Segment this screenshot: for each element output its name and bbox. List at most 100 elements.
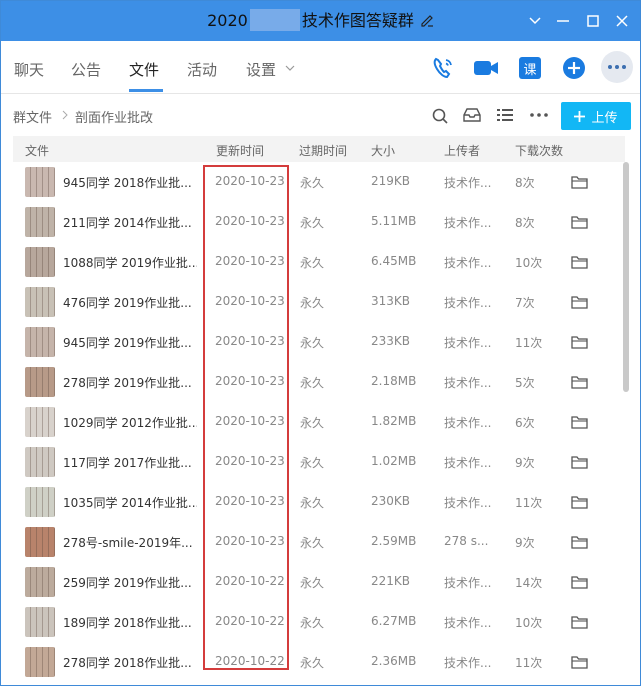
- file-thumbnail: [25, 527, 55, 557]
- file-thumbnail: [25, 207, 55, 237]
- video-call-icon[interactable]: [473, 55, 499, 81]
- file-name[interactable]: 278同学 2019作业批...: [63, 374, 197, 391]
- file-name[interactable]: 945同学 2018作业批...: [63, 174, 197, 191]
- file-name[interactable]: 945同学 2019作业批...: [63, 334, 197, 351]
- file-expires: 永久: [300, 176, 325, 190]
- file-uploader[interactable]: 技术作...: [444, 294, 491, 311]
- breadcrumb-root[interactable]: 群文件: [13, 107, 52, 126]
- open-folder-icon[interactable]: [571, 615, 588, 629]
- file-expires: 永久: [300, 536, 325, 550]
- file-row[interactable]: 278号-smile-2019年... 2020-10-23 永久 2.59MB…: [1, 522, 640, 562]
- col-expires[interactable]: 过期时间: [299, 142, 347, 159]
- file-uploader[interactable]: 技术作...: [444, 214, 491, 231]
- search-icon[interactable]: [432, 108, 448, 124]
- minimize-icon[interactable]: [546, 1, 580, 41]
- file-row[interactable]: 117同学 2017作业批... 2020-10-23 永久 1.02MB 技术…: [1, 442, 640, 482]
- file-uploader[interactable]: 技术作...: [444, 494, 491, 511]
- list-view-icon[interactable]: [497, 108, 513, 122]
- group-files-window: 2020 技术作图答疑群 聊天 公告 文件 活动 设置 课 群文件 剖面作业批改…: [0, 0, 641, 686]
- file-uploader[interactable]: 技术作...: [444, 374, 491, 391]
- open-folder-icon[interactable]: [571, 535, 588, 549]
- file-row[interactable]: 1035同学 2014作业批... 2020-10-23 永久 230KB 技术…: [1, 482, 640, 522]
- file-thumbnail: [25, 607, 55, 637]
- file-row[interactable]: 476同学 2019作业批... 2020-10-23 永久 313KB 技术作…: [1, 282, 640, 322]
- file-row[interactable]: 945同学 2019作业批... 2020-10-23 永久 233KB 技术作…: [1, 322, 640, 362]
- add-app-icon[interactable]: [561, 55, 587, 81]
- file-thumbnail: [25, 287, 55, 317]
- file-uploader[interactable]: 技术作...: [444, 654, 491, 671]
- file-downloads: 8次: [515, 176, 535, 190]
- open-folder-icon[interactable]: [571, 495, 588, 509]
- close-icon[interactable]: [605, 1, 639, 41]
- file-expires: 永久: [300, 616, 325, 630]
- file-uploader[interactable]: 技术作...: [444, 454, 491, 471]
- file-expires: 永久: [300, 336, 325, 350]
- file-name[interactable]: 1088同学 2019作业批...: [63, 254, 197, 271]
- file-row[interactable]: 278同学 2018作业批... 2020-10-22 永久 2.36MB 技术…: [1, 642, 640, 682]
- more-actions-icon[interactable]: [530, 113, 548, 117]
- tab-settings[interactable]: 设置: [246, 59, 276, 80]
- file-name[interactable]: 1029同学 2012作业批...: [63, 414, 197, 431]
- open-folder-icon[interactable]: [571, 375, 588, 389]
- col-size[interactable]: 大小: [371, 142, 395, 159]
- open-folder-icon[interactable]: [571, 215, 588, 229]
- edit-title-icon[interactable]: [420, 13, 434, 27]
- file-name[interactable]: 476同学 2019作业批...: [63, 294, 197, 311]
- open-folder-icon[interactable]: [571, 335, 588, 349]
- voice-call-icon[interactable]: [430, 55, 456, 81]
- more-options-icon[interactable]: [601, 51, 633, 83]
- col-file[interactable]: 文件: [25, 142, 49, 159]
- open-folder-icon[interactable]: [571, 415, 588, 429]
- file-name[interactable]: 259同学 2019作业批...: [63, 574, 197, 591]
- open-folder-icon[interactable]: [571, 295, 588, 309]
- file-uploader[interactable]: 技术作...: [444, 574, 491, 591]
- file-uploader[interactable]: 技术作...: [444, 254, 491, 271]
- active-tab-indicator: [129, 89, 163, 92]
- file-name[interactable]: 211同学 2014作业批...: [63, 214, 197, 231]
- file-size: 230KB: [371, 494, 411, 508]
- file-size: 2.18MB: [371, 374, 417, 388]
- col-downloads[interactable]: 下载次数: [515, 142, 563, 159]
- file-row[interactable]: 945同学 2018作业批... 2020-10-23 永久 219KB 技术作…: [1, 162, 640, 202]
- file-name[interactable]: 278号-smile-2019年...: [63, 534, 197, 551]
- file-uploader[interactable]: 技术作...: [444, 414, 491, 431]
- file-downloads: 5次: [515, 376, 535, 390]
- file-row[interactable]: 1088同学 2019作业批... 2020-10-23 永久 6.45MB 技…: [1, 242, 640, 282]
- upload-button[interactable]: 上传: [561, 102, 631, 130]
- plus-icon: [574, 110, 586, 122]
- col-uploader[interactable]: 上传者: [444, 142, 480, 159]
- tab-files[interactable]: 文件: [129, 59, 159, 80]
- tab-announcement[interactable]: 公告: [71, 59, 101, 80]
- scrollbar-thumb[interactable]: [623, 162, 629, 392]
- file-name[interactable]: 189同学 2018作业批...: [63, 614, 197, 631]
- settings-chevron-down-icon[interactable]: [285, 65, 295, 71]
- tab-chat[interactable]: 聊天: [14, 59, 44, 80]
- file-name[interactable]: 278同学 2018作业批...: [63, 654, 197, 671]
- file-uploader[interactable]: 278 s...: [444, 534, 488, 548]
- file-row[interactable]: 1029同学 2012作业批... 2020-10-23 永久 1.82MB 技…: [1, 402, 640, 442]
- inbox-icon[interactable]: [463, 107, 481, 123]
- file-size: 5.11MB: [371, 214, 417, 228]
- open-folder-icon[interactable]: [571, 455, 588, 469]
- col-updated[interactable]: 更新时间: [216, 142, 264, 159]
- file-uploader[interactable]: 技术作...: [444, 334, 491, 351]
- file-name[interactable]: 117同学 2017作业批...: [63, 454, 197, 471]
- file-thumbnail: [25, 487, 55, 517]
- tab-activities[interactable]: 活动: [187, 59, 217, 80]
- course-icon[interactable]: 课: [517, 55, 543, 81]
- file-row[interactable]: 189同学 2018作业批... 2020-10-22 永久 6.27MB 技术…: [1, 602, 640, 642]
- file-row[interactable]: 278同学 2019作业批... 2020-10-23 永久 2.18MB 技术…: [1, 362, 640, 402]
- open-folder-icon[interactable]: [571, 655, 588, 669]
- file-downloads: 11次: [515, 656, 543, 670]
- open-folder-icon[interactable]: [571, 175, 588, 189]
- file-expires: 永久: [300, 296, 325, 310]
- file-name[interactable]: 1035同学 2014作业批...: [63, 494, 197, 511]
- file-uploader[interactable]: 技术作...: [444, 614, 491, 631]
- open-folder-icon[interactable]: [571, 255, 588, 269]
- open-folder-icon[interactable]: [571, 575, 588, 589]
- file-row[interactable]: 259同学 2019作业批... 2020-10-22 永久 221KB 技术作…: [1, 562, 640, 602]
- file-row[interactable]: 211同学 2014作业批... 2020-10-23 永久 5.11MB 技术…: [1, 202, 640, 242]
- file-thumbnail: [25, 567, 55, 597]
- file-size: 6.45MB: [371, 254, 417, 268]
- file-uploader[interactable]: 技术作...: [444, 174, 491, 191]
